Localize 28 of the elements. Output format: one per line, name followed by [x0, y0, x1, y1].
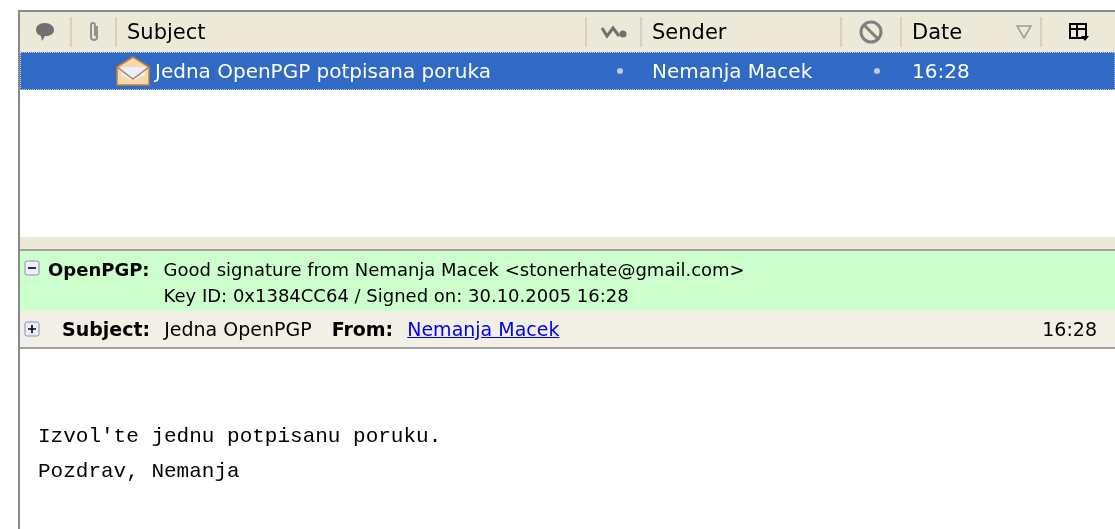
thread-icon	[599, 24, 628, 40]
body-text: Pozdrav, Nemanja	[38, 459, 241, 485]
column-header[interactable]: Subject	[117, 17, 587, 47]
subject-label: Subject:	[62, 318, 151, 340]
subject-value: Jedna OpenPGP	[164, 318, 312, 340]
signature-label: OpenPGP:	[48, 258, 150, 282]
signature-text: Good signature from Nemanja Macek <stonerhate@gmail.com>	[163, 258, 745, 282]
message-subject: Jedna OpenPGP potpisana poruka	[155, 59, 491, 83]
comment-bubble-icon	[34, 21, 56, 43]
sender-link[interactable]: Nemanja Macek	[407, 318, 560, 340]
message-sender: Nemanja Macek	[652, 59, 813, 83]
collapse-icon[interactable]	[24, 260, 40, 276]
dot-icon	[874, 68, 880, 74]
column-header[interactable]: Date	[902, 17, 1042, 47]
from-label: From:	[331, 318, 394, 340]
envelope-icon	[115, 55, 151, 87]
pane-splitter[interactable]	[20, 237, 1115, 251]
expand-icon[interactable]	[24, 321, 40, 337]
dot-icon	[616, 68, 623, 74]
block-icon	[858, 19, 884, 45]
header-date: 16:28	[1042, 318, 1097, 340]
message-row[interactable]: Jedna OpenPGP potpisana poruka Nemanja Macek 16:28	[20, 52, 1115, 90]
message-date: 16:28	[912, 59, 970, 83]
body-text: Izvol'te jednu potpisanu poruku.	[38, 424, 443, 450]
sort-arrow-icon	[1016, 25, 1032, 39]
column-picker-icon	[1067, 21, 1090, 43]
signature-text: Key ID: 0x1384CC64 / Signed on: 30.10.2005 16:28	[163, 284, 630, 308]
column-header[interactable]: Sender	[642, 17, 842, 47]
